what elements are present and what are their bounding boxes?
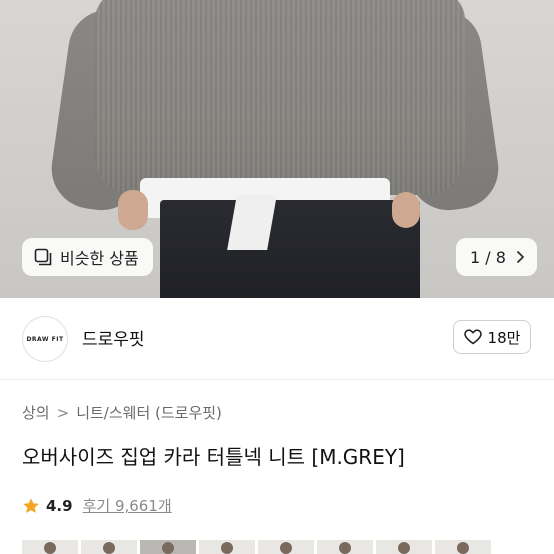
- thumbnail-figure: [398, 542, 410, 554]
- product-image[interactable]: 비슷한 상품 1 / 8: [0, 0, 554, 298]
- heart-icon: [463, 329, 482, 345]
- product-photo-hand: [118, 190, 148, 230]
- thumbnail-figure: [457, 542, 469, 554]
- review-count-link[interactable]: 후기 9,661개: [83, 495, 172, 516]
- thumbnail[interactable]: [376, 540, 432, 554]
- thumbnail[interactable]: [81, 540, 137, 554]
- store-logo-text: DRAW FIT: [26, 335, 64, 343]
- thumbnail-figure: [162, 542, 174, 554]
- thumbnail-figure: [339, 542, 351, 554]
- product-photo-pants: [160, 200, 420, 298]
- thumbnail[interactable]: [258, 540, 314, 554]
- thumbnail-active[interactable]: [140, 540, 196, 554]
- thumbnail[interactable]: [22, 540, 78, 554]
- like-button[interactable]: 18만: [453, 320, 531, 354]
- thumbnail-figure: [103, 542, 115, 554]
- product-photo-sweater: [95, 0, 465, 195]
- store-row: DRAW FIT 드로우핏 18만: [0, 298, 554, 380]
- image-counter-text: 1 / 8: [470, 247, 506, 267]
- product-photo-hand: [392, 192, 420, 228]
- product-title: 오버사이즈 집업 카라 터틀넥 니트 [M.GREY]: [22, 445, 405, 469]
- thumbnail[interactable]: [435, 540, 491, 554]
- image-counter[interactable]: 1 / 8: [456, 238, 537, 276]
- store-name[interactable]: 드로우핏: [82, 325, 145, 350]
- like-count: 18만: [487, 328, 521, 347]
- thumbnail-figure: [221, 542, 233, 554]
- breadcrumb-item-subcategory[interactable]: 니트/스웨터 (드로우핏): [76, 402, 222, 423]
- thumbnail[interactable]: [199, 540, 255, 554]
- thumbnail-figure: [280, 542, 292, 554]
- breadcrumb-item-category[interactable]: 상의: [22, 402, 50, 423]
- breadcrumb: 상의 > 니트/스웨터 (드로우핏): [22, 402, 222, 423]
- similar-items-icon: [34, 248, 52, 266]
- similar-items-button[interactable]: 비슷한 상품: [22, 238, 153, 276]
- rating-row: 4.9 후기 9,661개: [22, 495, 172, 516]
- rating-score: 4.9: [46, 496, 73, 515]
- thumbnail-figure: [44, 542, 56, 554]
- store-logo[interactable]: DRAW FIT: [22, 316, 68, 362]
- thumbnail-strip: [22, 540, 494, 554]
- chevron-right-icon: [516, 250, 525, 264]
- breadcrumb-separator: >: [56, 403, 70, 422]
- thumbnail[interactable]: [317, 540, 373, 554]
- similar-items-label: 비슷한 상품: [60, 249, 139, 268]
- star-icon: [22, 497, 40, 515]
